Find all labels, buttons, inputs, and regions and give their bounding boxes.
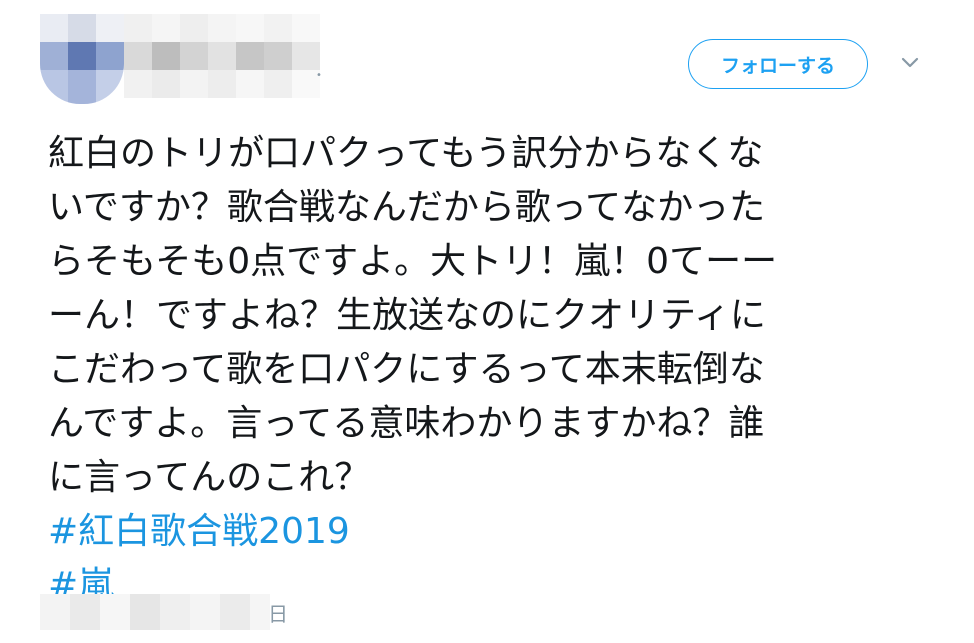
chevron-down-icon[interactable] <box>900 56 920 70</box>
tweet-line: んですよ。言ってる意味わかりますかね？誰 <box>48 403 765 444</box>
tweet-text: 紅白のトリが口パクってもう訳分からなくな いですか？歌合戦なんだから歌ってなかっ… <box>48 127 948 613</box>
avatar[interactable] <box>40 14 124 104</box>
follow-button[interactable]: フォローする <box>688 39 868 89</box>
tweet-line: 紅白のトリが口パクってもう訳分からなくな <box>48 133 764 174</box>
tweet-line: いですか？歌合戦なんだから歌ってなかった <box>48 187 766 228</box>
tweet-line: らそもそも0点ですよ。大トリ！嵐！0てーー <box>48 241 778 282</box>
timestamp-suffix: 日 <box>268 602 288 626</box>
user-name-blurred[interactable] <box>124 14 320 98</box>
tweet-line: に言ってんのこれ？ <box>48 457 371 498</box>
tweet-line: ーん！ですよね？生放送なのにクオリティに <box>48 295 766 336</box>
hashtag-link[interactable]: #紅白歌合戦2019 <box>48 505 948 559</box>
tweet-card: • フォローする 紅白のトリが口パクってもう訳分からなくな いですか？歌合戦なん… <box>0 0 974 643</box>
tweet-line: こだわって歌を口パクにするって本末転倒な <box>48 349 765 390</box>
tweet-header: • フォローする <box>0 0 974 115</box>
separator-dot: • <box>316 70 322 81</box>
timestamp-blurred[interactable] <box>40 594 300 630</box>
